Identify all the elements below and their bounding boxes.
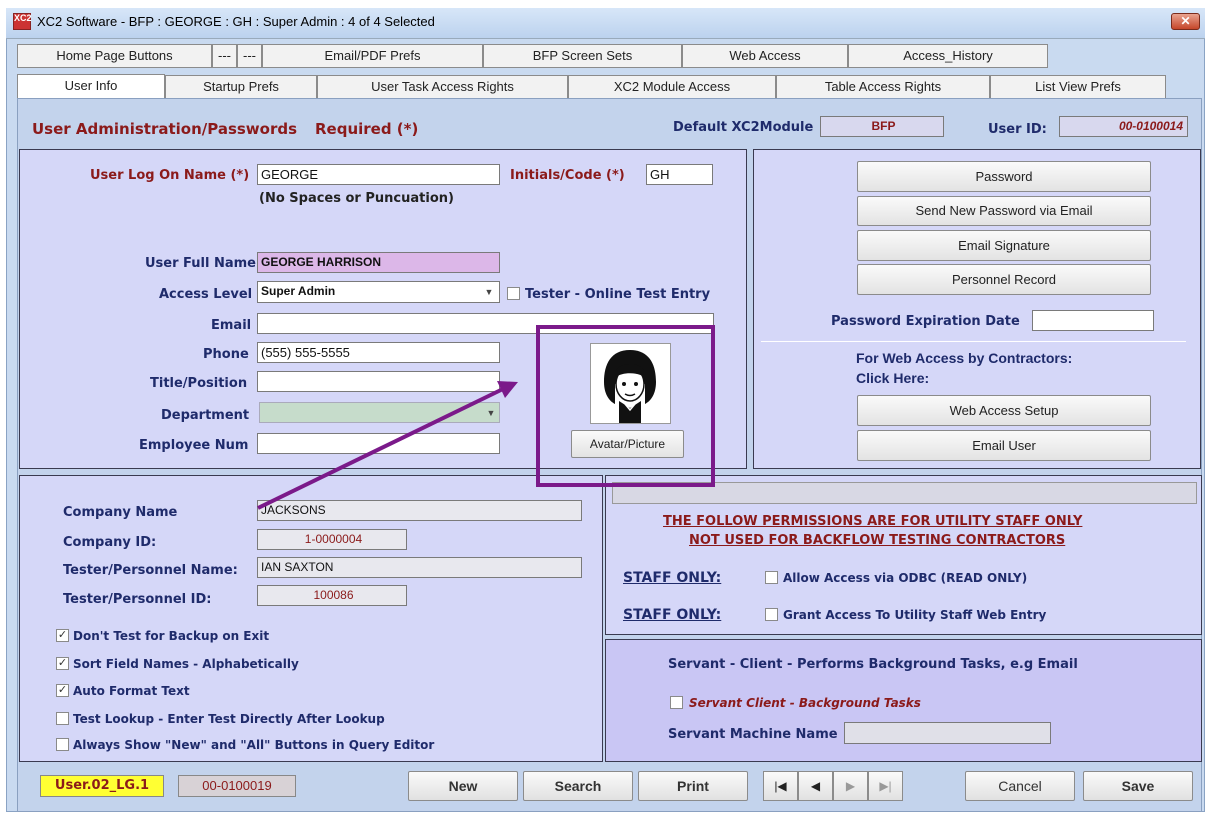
arrow-annotation (257, 381, 518, 510)
